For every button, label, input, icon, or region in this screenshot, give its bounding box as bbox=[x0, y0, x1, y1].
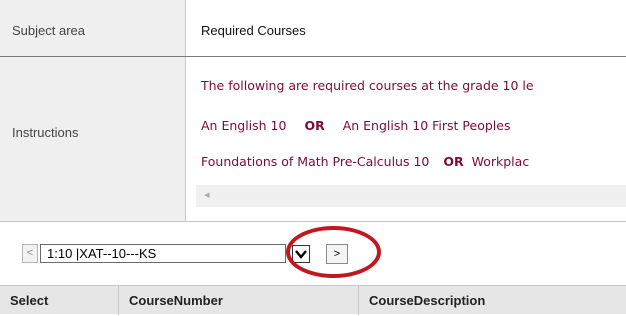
info-table: Subject area Required Courses Instructio… bbox=[0, 0, 626, 222]
instructions-label-cell: Instructions bbox=[0, 57, 186, 221]
foundations-math-text: Foundations of Math Pre-Calculus 10 bbox=[201, 154, 430, 169]
highlight-annotation-circle bbox=[286, 226, 381, 278]
instructions-line-3: Foundations of Math Pre-Calculus 10 OR W… bbox=[201, 154, 529, 169]
page-select[interactable]: 1:10 |XAT--10---KS bbox=[40, 244, 286, 263]
or-text: OR bbox=[304, 118, 325, 133]
instructions-line-1: The following are required courses at th… bbox=[201, 78, 534, 93]
subject-area-value: Required Courses bbox=[201, 23, 306, 38]
instructions-label: Instructions bbox=[12, 125, 79, 140]
instructions-row: Instructions The following are required … bbox=[0, 57, 626, 222]
subject-area-label: Subject area bbox=[12, 23, 85, 38]
subject-area-value-cell: Required Courses bbox=[186, 0, 626, 56]
previous-page-button[interactable]: < bbox=[22, 244, 38, 263]
column-header-course-number[interactable]: CourseNumber bbox=[119, 286, 359, 315]
column-header-select[interactable]: Select bbox=[0, 286, 119, 315]
column-header-course-description[interactable]: CourseDescription bbox=[359, 286, 626, 315]
horizontal-scrollbar[interactable]: ◂ bbox=[196, 185, 626, 207]
english-10-text: An English 10 bbox=[201, 118, 287, 133]
scroll-left-icon[interactable]: ◂ bbox=[204, 188, 210, 201]
instructions-content: The following are required courses at th… bbox=[186, 57, 626, 221]
or-text: OR bbox=[443, 154, 464, 169]
results-table-header: Select CourseNumber CourseDescription bbox=[0, 285, 626, 315]
english-10-first-peoples-text: An English 10 First Peoples bbox=[342, 118, 511, 133]
workplace-text: Workplac bbox=[471, 154, 530, 169]
subject-area-label-cell: Subject area bbox=[0, 0, 186, 56]
subject-area-row: Subject area Required Courses bbox=[0, 0, 626, 57]
instructions-line-2: An English 10 OR An English 10 First Peo… bbox=[201, 118, 510, 133]
